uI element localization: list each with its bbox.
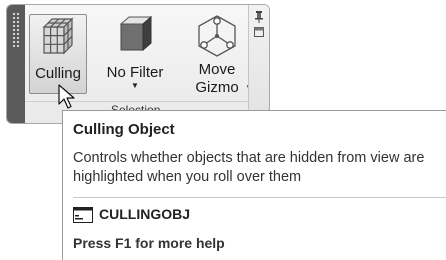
culling-button[interactable]: Culling bbox=[29, 14, 87, 94]
tooltip-divider bbox=[73, 197, 446, 198]
culling-cube-icon bbox=[42, 17, 74, 55]
tooltip-title: Culling Object bbox=[73, 121, 175, 138]
dropdown-arrow-icon[interactable]: ▼ bbox=[99, 82, 171, 90]
grip-dots-icon bbox=[12, 12, 20, 48]
mouse-cursor-icon bbox=[58, 84, 75, 109]
tooltip-command-name: CULLINGOBJ bbox=[99, 206, 190, 222]
pin-icon[interactable] bbox=[254, 11, 264, 23]
move-gizmo-icon bbox=[198, 15, 236, 57]
no-filter-label: No Filter bbox=[106, 64, 164, 81]
move-gizmo-label-line2: Gizmo bbox=[195, 79, 239, 96]
filter-box-icon bbox=[119, 15, 153, 52]
panel-grip-handle[interactable] bbox=[7, 5, 25, 123]
move-gizmo-label-line1: Move bbox=[198, 61, 236, 78]
tooltip-help-text: Press F1 for more help bbox=[73, 235, 225, 251]
move-gizmo-button[interactable]: Move Gizmo ▼ bbox=[185, 14, 253, 97]
panel-side-strip bbox=[248, 5, 269, 123]
tooltip: Culling Object Controls whether objects … bbox=[62, 110, 446, 260]
dock-panel-icon[interactable] bbox=[254, 27, 264, 37]
ribbon-panel: Culling No Filter ▼ Move Gizmo ▼ bbox=[6, 4, 270, 124]
tooltip-description: Controls whether objects that are hidden… bbox=[73, 149, 446, 187]
tooltip-description-line1: Controls whether objects that are hidden… bbox=[73, 150, 425, 166]
tooltip-description-line2: highlighted when you roll over them bbox=[73, 169, 302, 185]
no-filter-button[interactable]: No Filter ▼ bbox=[99, 14, 171, 90]
command-line-icon bbox=[73, 207, 93, 223]
culling-label: Culling bbox=[35, 65, 81, 82]
